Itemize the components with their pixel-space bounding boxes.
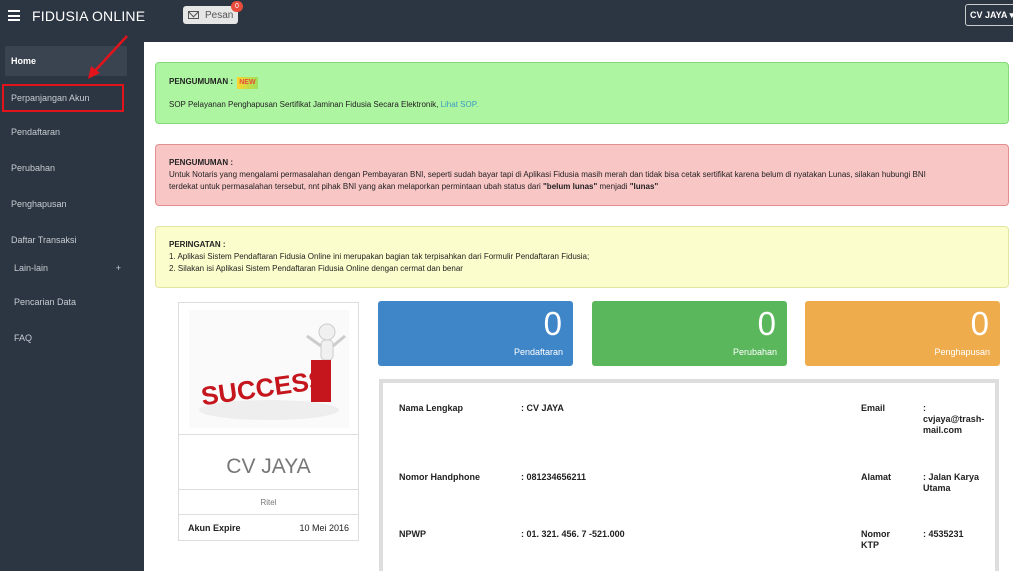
warning-yellow: PERINGATAN : 1. Aplikasi Sistem Pendafta…: [155, 226, 1009, 288]
stat-value: 0: [757, 305, 776, 342]
sidebar-item-lain-lain[interactable]: Lain-lain +: [0, 263, 135, 273]
sidebar-item-pencarian-data[interactable]: Pencarian Data: [0, 297, 135, 307]
app-title[interactable]: FIDUSIA ONLINE: [32, 8, 145, 24]
stat-value: 0: [543, 305, 562, 342]
announcement-text-line1: Untuk Notaris yang mengalami permasalaha…: [169, 170, 926, 179]
email-value: : cvjaya@trash- mail.com: [923, 403, 984, 436]
warning-title: PERINGATAN :: [169, 240, 226, 249]
sidebar-item-perubahan[interactable]: Perubahan: [0, 163, 135, 173]
expire-value: 10 Mei 2016: [299, 523, 349, 533]
sidebar: Home Perpanjangan Akun Pendaftaran Perub…: [0, 35, 135, 571]
pesan-label: Pesan: [205, 9, 234, 21]
sidebar-item-penghapusan[interactable]: Penghapusan: [0, 199, 135, 209]
new-badge: NEW: [237, 77, 258, 89]
profile-card: SUCCESS CV JAYA Ritel Akun Expire 10 Mei…: [178, 302, 359, 541]
sidebar-item-home[interactable]: Home: [5, 46, 127, 76]
sidebar-item-perpanjangan-akun[interactable]: Perpanjangan Akun: [2, 84, 124, 112]
email-value-line: cvjaya@trash-: [923, 414, 985, 424]
sidebar-item-label: Lain-lain: [14, 263, 49, 273]
menu-icon[interactable]: [8, 10, 20, 21]
envelope-icon: [188, 11, 199, 19]
stat-label: Pendaftaran: [513, 347, 563, 357]
alamat-value: : Jalan Karya Utama: [923, 472, 979, 494]
email-value-line: mail.com: [923, 425, 963, 435]
sidebar-item-faq[interactable]: FAQ: [0, 333, 135, 343]
account-expire: Akun Expire 10 Mei 2016: [179, 514, 358, 542]
warning-line2: 2. Silakan isi Aplikasi Sistem Pendaftar…: [169, 264, 463, 273]
announcement-text: terdekat untuk permasalahan tersebut, nn…: [169, 182, 544, 191]
top-navbar: FIDUSIA ONLINE Pesan 0 CV JAYA ▾: [0, 0, 1013, 35]
profile-name: CV JAYA: [179, 434, 358, 489]
announcement-title: PENGUMUMAN :: [169, 158, 233, 167]
alamat-value-line: : Jalan Karya: [923, 472, 980, 482]
status-from: "belum lunas": [543, 182, 598, 191]
ktp-label: Nomor KTP: [861, 529, 890, 551]
nama-label: Nama Lengkap: [399, 403, 464, 413]
status-to: "lunas": [629, 182, 659, 191]
stat-value: 0: [970, 305, 989, 342]
main-content: PENGUMUMAN : NEW SOP Pelayanan Penghapus…: [144, 42, 1013, 571]
hp-value: : 081234656211: [521, 472, 587, 482]
user-menu-button[interactable]: CV JAYA ▾: [965, 4, 1013, 26]
npwp-value: : 01. 321. 456. 7 -521.000: [521, 529, 625, 539]
message-count-badge: 0: [231, 1, 243, 12]
alamat-value-line: Utama: [923, 483, 951, 493]
expand-icon: +: [115, 263, 121, 273]
expire-label: Akun Expire: [188, 523, 241, 533]
hp-label: Nomor Handphone: [399, 472, 480, 482]
email-value-line: :: [923, 403, 926, 413]
nama-value: : CV JAYA: [521, 403, 564, 413]
alamat-label: Alamat: [861, 472, 892, 482]
stat-pendaftaran[interactable]: 0 Pendaftaran: [378, 301, 573, 366]
announcement-text-mid: menjadi: [597, 182, 630, 191]
sidebar-item-daftar-transaksi[interactable]: Daftar Transaksi: [0, 235, 135, 245]
ktp-value: : 4535231: [923, 529, 964, 539]
warning-line1: 1. Aplikasi Sistem Pendaftaran Fidusia O…: [169, 252, 590, 261]
sidebar-item-pendaftaran[interactable]: Pendaftaran: [0, 127, 135, 137]
stat-perubahan[interactable]: 0 Perubahan: [592, 301, 787, 366]
stat-label: Penghapusan: [934, 347, 990, 357]
announcement-title: PENGUMUMAN :: [169, 77, 233, 86]
success-illustration: SUCCESS: [189, 310, 349, 428]
announcement-red: PENGUMUMAN : Untuk Notaris yang mengalam…: [155, 144, 1009, 206]
announcement-text-line2: terdekat untuk permasalahan tersebut, nn…: [169, 181, 995, 193]
profile-type: Ritel: [179, 489, 358, 514]
ktp-label-line: KTP: [861, 540, 879, 550]
lihat-sop-link[interactable]: Lihat SOP.: [441, 100, 479, 109]
ktp-label-line: Nomor: [861, 529, 890, 539]
announcement-green: PENGUMUMAN : NEW SOP Pelayanan Penghapus…: [155, 62, 1009, 124]
user-label: CV JAYA: [970, 10, 1008, 20]
pesan-button[interactable]: Pesan: [183, 6, 238, 24]
account-info-box: Nama Lengkap : CV JAYA Email : cvjaya@tr…: [379, 379, 999, 571]
stat-label: Perubahan: [732, 347, 777, 357]
stat-penghapusan[interactable]: 0 Penghapusan: [805, 301, 1000, 366]
email-label: Email: [861, 403, 886, 413]
announcement-text: SOP Pelayanan Penghapusan Sertifikat Jam…: [169, 100, 441, 109]
npwp-label: NPWP: [399, 529, 426, 539]
